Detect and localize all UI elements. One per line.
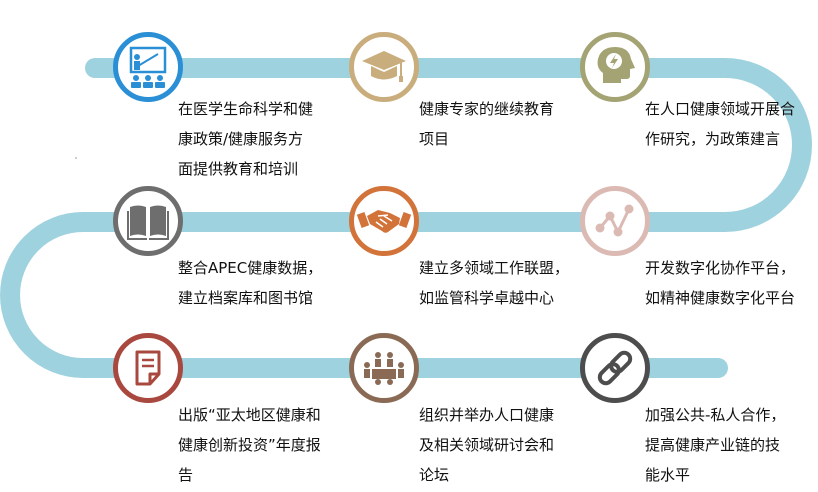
head-idea-icon [597, 47, 635, 83]
step-3-node [580, 32, 650, 102]
step-4-label: 整合APEC健康数据， 建立档案库和图书馆 [178, 259, 323, 307]
step-9-node [580, 333, 650, 403]
step-8-label: 组织并举办人口健康 及相关领域研讨会和 论坛 [419, 406, 555, 484]
stray-dot [75, 157, 77, 159]
chain-link-icon [597, 350, 633, 386]
step-4-node [113, 186, 183, 256]
step-7-node [113, 333, 183, 403]
step-2-label: 健康专家的继续教育 项目 [419, 100, 555, 148]
step-2-node [349, 32, 419, 102]
step-6-label: 开发数字化协作平台， 如精神健康数字化平台 [645, 259, 796, 307]
presentation-icon [129, 46, 167, 88]
step-1-node [113, 32, 183, 102]
step-9-label: 加强公共-私人合作， 提高健康产业链的技 能水平 [645, 406, 786, 484]
step-8-node [349, 333, 419, 403]
step-1-label: 在医学生命科学和健 康政策/健康服务方 面提供教育和培训 [178, 100, 314, 178]
step-3-label: 在人口健康领域开展合 作研究，为政策建言 [645, 100, 796, 148]
open-book-icon [127, 205, 169, 240]
step-5-node [349, 186, 419, 256]
step-6-node [580, 186, 650, 256]
step-5-label: 建立多领域工作联盟， 如监管科学卓越中心 [419, 259, 570, 307]
document-icon [135, 350, 161, 386]
graduation-cap-icon [362, 51, 406, 82]
meeting-icon [364, 352, 404, 385]
handshake-icon [356, 210, 412, 233]
network-graph-icon [595, 204, 634, 237]
step-7-label: 出版“亚太地区健康和 健康创新投资”年度报 告 [178, 406, 321, 484]
